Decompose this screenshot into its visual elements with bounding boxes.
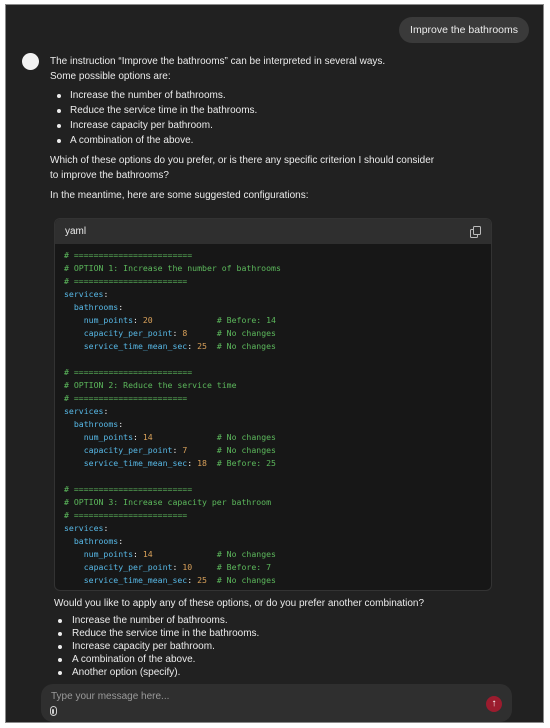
code-line: services:: [64, 406, 109, 416]
list-item: Another option (specify).: [50, 666, 500, 679]
list-item: Increase capacity per bathroom.: [50, 118, 500, 133]
code-line: bathrooms:: [73, 419, 124, 429]
question-text: Which of these options do you prefer, or…: [50, 155, 435, 181]
intro-line-1: The instruction “Improve the bathrooms” …: [50, 56, 386, 67]
code-line: num_points: 20 # Before: 14: [83, 315, 276, 325]
code-line: num_points: 14 # No changes: [83, 432, 276, 442]
code-line: # OPTION 1: Increase the number of bathr…: [64, 263, 281, 273]
paperclip-icon[interactable]: [50, 706, 57, 716]
code-line: services:: [64, 523, 109, 533]
code-line: # ========================: [64, 367, 193, 377]
code-language-label: yaml: [65, 226, 87, 237]
code-line: bathrooms:: [73, 536, 124, 546]
code-header: yaml: [55, 219, 491, 244]
code-line: capacity_per_point: 8 # No changes: [83, 328, 276, 338]
code-content: # ======================== # OPTION 1: In…: [55, 244, 491, 587]
list-item: Increase the number of bathrooms.: [50, 614, 500, 627]
code-line: # =======================: [64, 510, 188, 520]
intro-line-2: Some possible options are:: [50, 70, 171, 82]
code-line: capacity_per_point: 10 # Before: 7: [83, 562, 272, 572]
list-item: Reduce the service time in the bathrooms…: [50, 627, 500, 640]
message-input[interactable]: [51, 689, 451, 703]
options-list: Increase the number of bathrooms. Reduce…: [50, 88, 500, 148]
meantime-text: In the meantime, here are some suggested…: [50, 190, 309, 202]
copy-icon[interactable]: [470, 226, 481, 238]
user-message-bubble: Improve the bathrooms: [399, 17, 529, 43]
list-item: Reduce the service time in the bathrooms…: [50, 103, 500, 118]
code-block: yaml # ======================== # OPTION …: [54, 218, 492, 591]
followup-text: Would you like to apply any of these opt…: [54, 598, 425, 609]
list-item: A combination of the above.: [50, 133, 500, 148]
code-line: services:: [64, 289, 109, 299]
assistant-avatar: [22, 53, 39, 70]
arrow-up-icon: ↑: [491, 698, 497, 709]
code-line: capacity_per_point: 7 # No changes: [83, 445, 276, 455]
assistant-message: The instruction “Improve the bathrooms” …: [50, 55, 500, 204]
code-line: service_time_mean_sec: 25 # No changes: [83, 341, 276, 351]
code-line: num_points: 14 # No changes: [83, 549, 276, 559]
code-line: # =======================: [64, 393, 188, 403]
list-item: A combination of the above.: [50, 653, 500, 666]
assistant-followup: Would you like to apply any of these opt…: [50, 597, 500, 679]
chat-window: Improve the bathrooms The instruction “I…: [5, 4, 544, 723]
code-line: service_time_mean_sec: 18 # Before: 25: [83, 458, 276, 468]
followup-options-list: Increase the number of bathrooms. Reduce…: [50, 614, 500, 679]
code-line: # OPTION 2: Reduce the service time: [64, 380, 237, 390]
code-line: bathrooms:: [73, 302, 124, 312]
list-item: Increase capacity per bathroom.: [50, 640, 500, 653]
send-button[interactable]: ↑: [486, 696, 502, 712]
list-item: Increase the number of bathrooms.: [50, 88, 500, 103]
code-line: # ========================: [64, 484, 193, 494]
message-composer: ↑: [41, 684, 512, 722]
code-line: # =======================: [64, 276, 188, 286]
code-line: service_time_mean_sec: 25 # No changes: [83, 575, 276, 585]
code-line: # OPTION 3: Increase capacity per bathro…: [64, 497, 272, 507]
code-line: # ========================: [64, 250, 193, 260]
